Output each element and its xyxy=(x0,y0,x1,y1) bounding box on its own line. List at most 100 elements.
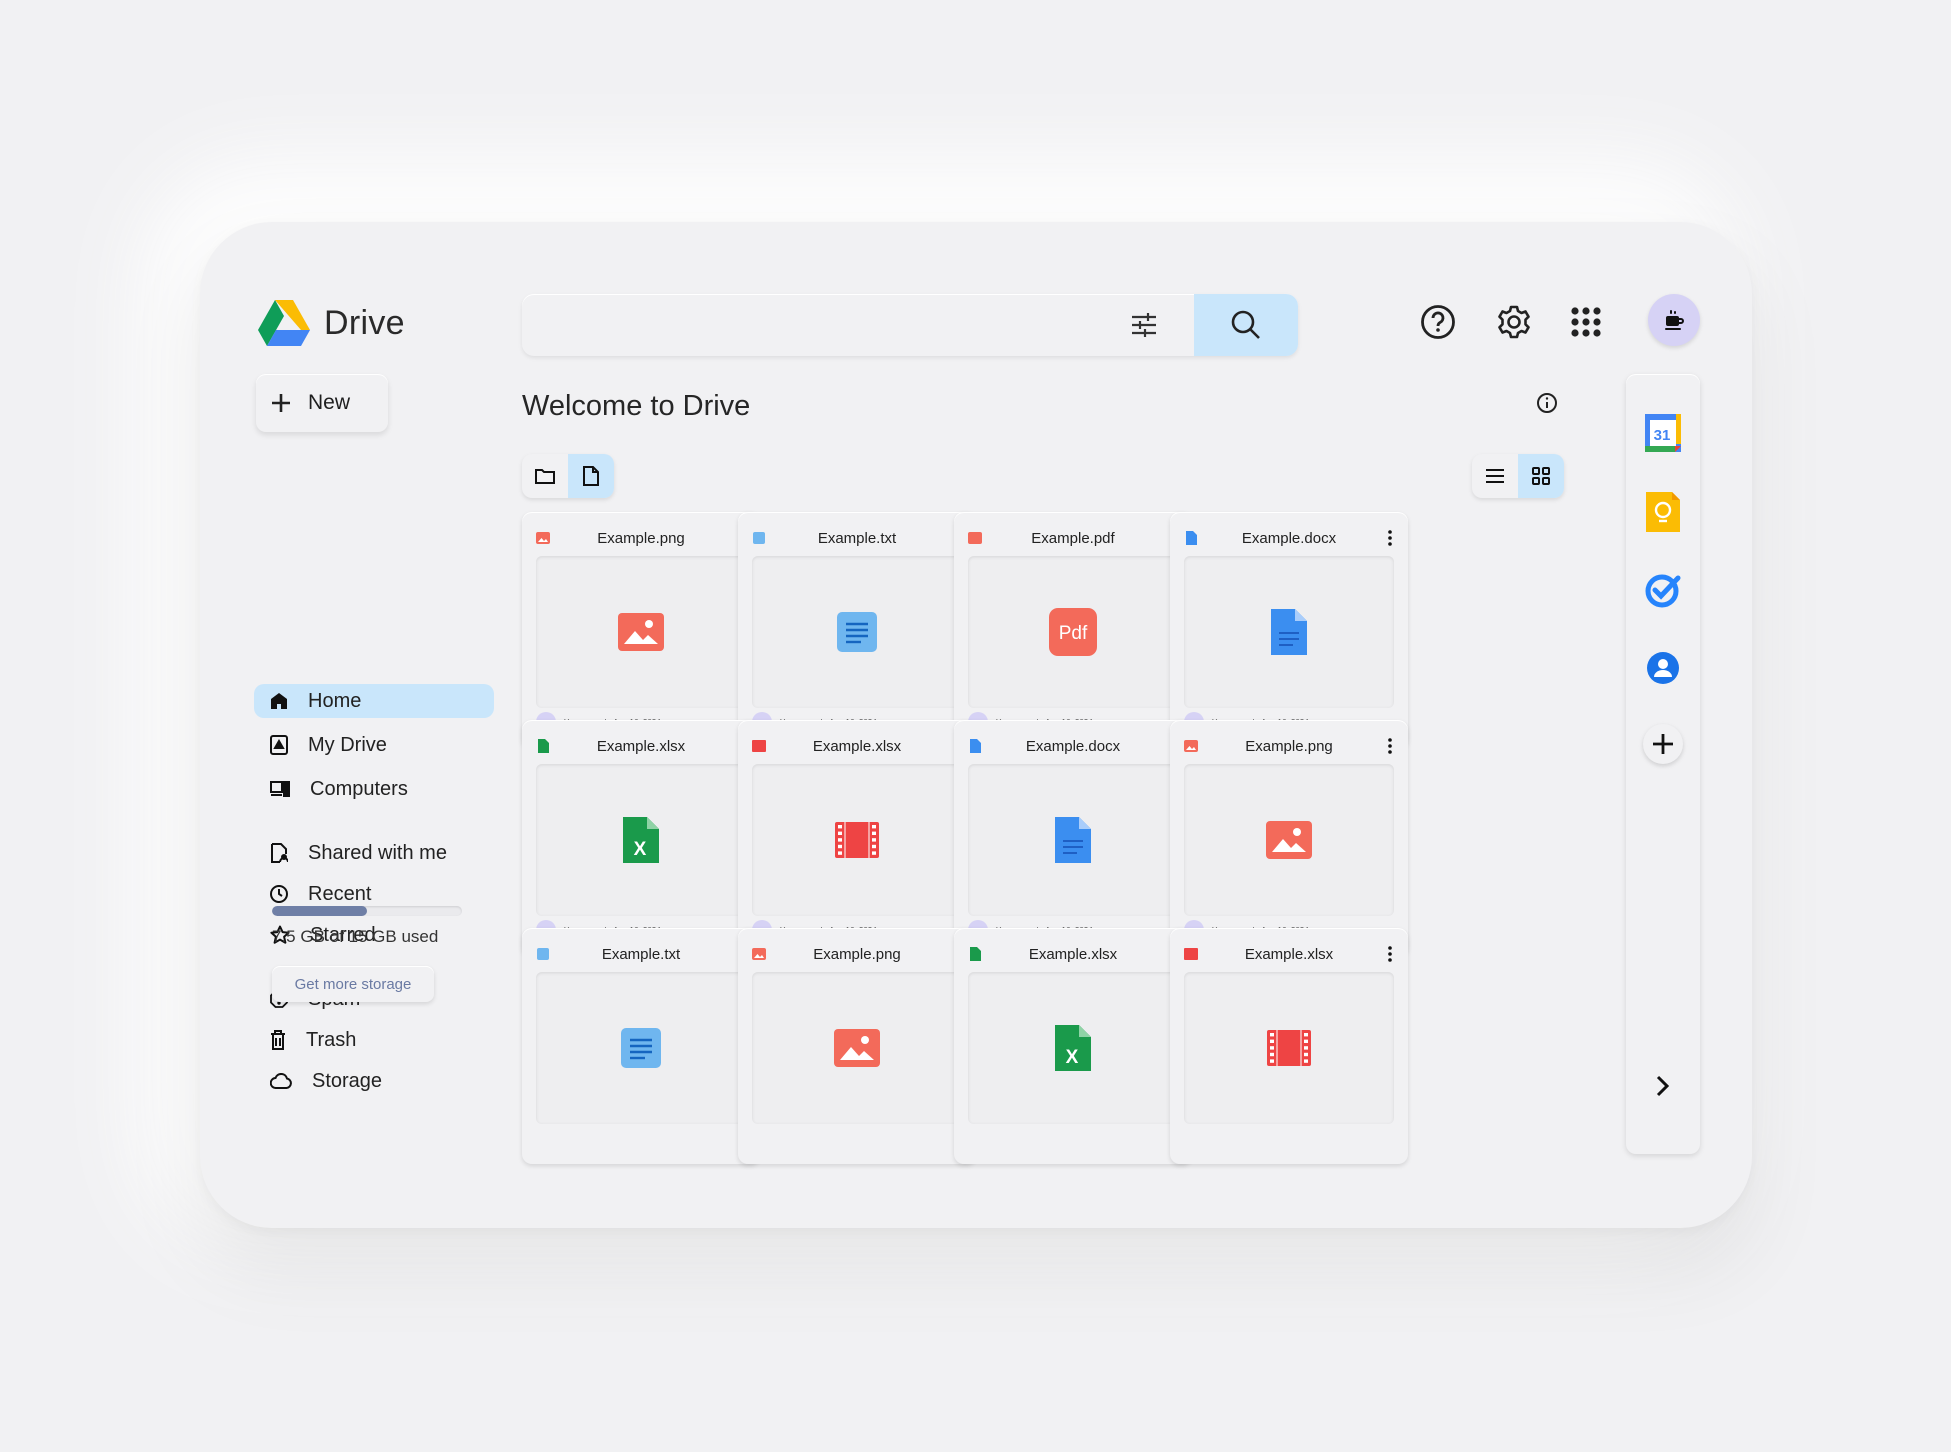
get-more-storage-button[interactable]: Get more storage xyxy=(272,966,434,1002)
file-preview: X xyxy=(536,764,746,916)
plus-icon xyxy=(1653,734,1673,754)
help-icon xyxy=(1421,305,1455,339)
calendar-app-button[interactable]: 31 xyxy=(1643,412,1683,452)
doc-file-type-icon xyxy=(968,739,982,753)
file-preview: X xyxy=(968,972,1178,1124)
file-card-header: Example.docx xyxy=(968,732,1184,760)
search-options-button[interactable] xyxy=(1124,305,1164,345)
sidebar-item-shared[interactable]: Shared with me xyxy=(254,836,494,870)
image-file-type-icon xyxy=(1184,739,1198,753)
search-icon xyxy=(1231,310,1260,339)
file-name: Example.xlsx xyxy=(596,737,686,755)
get-addons-button[interactable] xyxy=(1643,724,1683,764)
file-card-header: Example.png xyxy=(536,524,752,552)
search-button[interactable] xyxy=(1194,294,1298,356)
cloud-icon xyxy=(270,1073,292,1089)
file-preview xyxy=(1184,764,1394,916)
folder-icon xyxy=(535,469,555,484)
file-preview: Pdf xyxy=(968,556,1178,708)
file-name: Example.docx xyxy=(1241,529,1337,547)
sidebar-item-my-drive[interactable]: My Drive xyxy=(254,728,494,762)
sidebar-item-storage[interactable]: Storage xyxy=(254,1064,494,1098)
file-card[interactable]: Example.pngYou opened · Aug 16, 2024 xyxy=(522,512,760,748)
sidebar-item-home[interactable]: Home xyxy=(254,684,494,718)
file-preview xyxy=(752,764,962,916)
account-avatar[interactable] xyxy=(1648,294,1700,346)
drive-window: Drive New Home My Drive Computers Shared… xyxy=(200,222,1752,1228)
doc-file-type-icon xyxy=(1184,531,1198,545)
plus-icon xyxy=(272,394,290,412)
doc-preview-icon xyxy=(1271,609,1307,655)
file-card[interactable]: Example.pngYou opened · Aug 16, 2024 xyxy=(1170,720,1408,956)
search-input[interactable] xyxy=(540,306,1100,344)
more-options-button[interactable] xyxy=(1380,734,1400,758)
file-name: Example.png xyxy=(597,529,685,547)
side-panel: 31 xyxy=(1626,374,1700,1154)
sidebar-item-label: Trash xyxy=(306,1028,357,1051)
more-options-button[interactable] xyxy=(1380,942,1400,966)
calendar-icon: 31 xyxy=(1645,414,1681,452)
more-options-button[interactable] xyxy=(1380,526,1400,550)
file-card[interactable]: Example.txt xyxy=(522,928,760,1164)
file-name: Example.png xyxy=(813,945,901,963)
file-name: Example.png xyxy=(1245,737,1333,755)
drive-logo[interactable]: Drive xyxy=(258,300,405,346)
keep-app-button[interactable] xyxy=(1643,492,1683,532)
file-card[interactable]: Example.png xyxy=(738,928,976,1164)
file-card[interactable]: Example.xlsxXYou opened · Aug 16, 2024 xyxy=(522,720,760,956)
list-view-button[interactable] xyxy=(1472,454,1518,498)
new-button[interactable]: New xyxy=(256,374,388,432)
file-card-header: Example.docx xyxy=(1184,524,1400,552)
image-file-type-icon xyxy=(536,531,550,545)
pdf-preview-icon: Pdf xyxy=(1049,608,1097,656)
storage-progress-bar xyxy=(272,906,462,916)
file-name: Example.txt xyxy=(817,529,897,547)
image-preview-icon xyxy=(618,613,664,651)
expand-panel-button[interactable] xyxy=(1643,1066,1683,1106)
help-button[interactable] xyxy=(1416,300,1460,344)
video-preview-icon xyxy=(835,822,879,858)
files-filter-button[interactable] xyxy=(568,454,614,498)
contacts-app-button[interactable] xyxy=(1643,648,1683,688)
file-name: Example.xlsx xyxy=(1244,945,1334,963)
drive-logo-icon xyxy=(258,300,310,346)
my-drive-icon xyxy=(270,735,288,755)
info-icon xyxy=(1537,393,1557,413)
sidebar-item-trash[interactable]: Trash xyxy=(254,1023,494,1057)
file-card[interactable]: Example.pdfPdfYou opened · Aug 16, 2024 xyxy=(954,512,1192,748)
sidebar-item-label: Home xyxy=(308,689,362,712)
file-card[interactable]: Example.docxYou opened · Aug 16, 2024 xyxy=(1170,512,1408,748)
file-name: Example.xlsx xyxy=(812,737,902,755)
app-title: Drive xyxy=(324,303,405,342)
sidebar-item-label: Computers xyxy=(310,777,408,800)
file-card-header: Example.pdf xyxy=(968,524,1184,552)
apps-button[interactable] xyxy=(1564,300,1608,344)
info-button[interactable] xyxy=(1536,392,1558,419)
trash-icon xyxy=(271,1030,285,1050)
file-preview xyxy=(1184,556,1394,708)
file-card[interactable]: Example.txtYou opened · Aug 16, 2024 xyxy=(738,512,976,748)
file-name: Example.docx xyxy=(1025,737,1121,755)
home-icon xyxy=(271,693,287,709)
image-file-type-icon xyxy=(752,947,766,961)
shared-icon xyxy=(271,843,288,863)
grid-view-button[interactable] xyxy=(1518,454,1564,498)
new-button-label: New xyxy=(308,391,351,414)
sidebar-item-label: Recent xyxy=(308,882,372,905)
video-file-type-icon xyxy=(1184,947,1198,961)
pdf-file-type-icon xyxy=(968,531,982,545)
calendar-day-text: 31 xyxy=(1654,427,1671,444)
file-card[interactable]: Example.xlsxYou opened · Aug 16, 2024 xyxy=(738,720,976,956)
page-title: Welcome to Drive xyxy=(522,390,751,422)
tasks-app-button[interactable] xyxy=(1643,570,1683,610)
file-card[interactable]: Example.docxYou opened · Aug 16, 2024 xyxy=(954,720,1192,956)
settings-button[interactable] xyxy=(1492,300,1536,344)
text-file-type-icon xyxy=(536,947,550,961)
text-preview-icon xyxy=(837,612,877,652)
sidebar-item-computers[interactable]: Computers xyxy=(254,772,494,806)
file-card[interactable]: Example.xlsx X xyxy=(954,928,1192,1164)
grid-view-icon xyxy=(1532,467,1550,485)
sidebar-item-label: Storage xyxy=(312,1069,383,1092)
file-card[interactable]: Example.xlsx xyxy=(1170,928,1408,1164)
folders-filter-button[interactable] xyxy=(522,454,568,498)
